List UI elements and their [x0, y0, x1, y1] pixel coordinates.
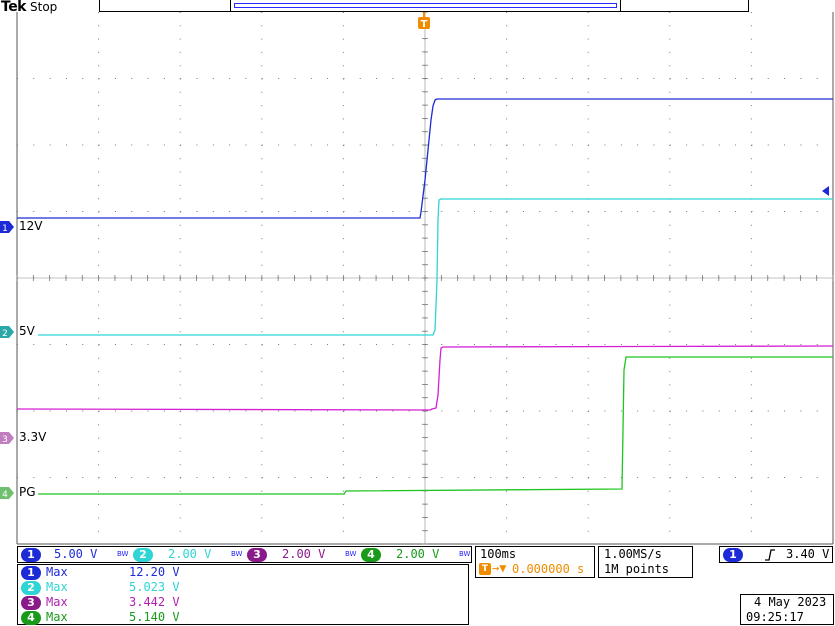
ch4-scale-badge[interactable]: 4 — [361, 548, 381, 562]
trigger-position-icon: T — [479, 563, 491, 575]
datetime-readout: 4 May 2023 09:25:17 — [740, 594, 834, 625]
time-text: 09:25:17 — [746, 610, 804, 624]
meas3-type: Max — [46, 595, 68, 609]
ch1-scale-badge[interactable]: 1 — [21, 548, 41, 562]
ch2-ground-marker[interactable]: 2 — [0, 326, 14, 338]
date-text: 4 May 2023 — [754, 595, 827, 609]
ch3-scale-badge[interactable]: 3 — [247, 548, 267, 562]
meas1-type: Max — [46, 565, 68, 579]
ch1-scale-value[interactable]: 5.00 V — [54, 547, 97, 561]
meas2-badge: 2 — [21, 581, 41, 595]
measurement-row: 2 Max 5.023 V — [18, 580, 468, 596]
waveform-display[interactable]: T — [0, 12, 835, 547]
meas4-badge: 4 — [21, 611, 41, 625]
record-view-window[interactable] — [230, 0, 621, 12]
ch2-scale-value[interactable]: 2.00 V — [168, 547, 211, 561]
meas1-badge: 1 — [21, 566, 41, 580]
meas4-value: 5.140 V — [129, 610, 180, 624]
trigger-source-badge[interactable]: 1 — [723, 548, 743, 562]
ch3-scale-value[interactable]: 2.00 V — [282, 547, 325, 561]
meas1-value: 12.20 V — [129, 565, 180, 579]
ch4-label: PG — [19, 485, 36, 499]
sample-rate: 1.00MS/s — [604, 547, 662, 561]
graticule — [16, 12, 834, 545]
trigger-marker-text: T — [421, 19, 428, 30]
measurement-panel[interactable]: 1 Max 12.20 V 2 Max 5.023 V 3 Max 3.442 … — [17, 564, 469, 625]
trigger-position-value[interactable]: 0.000000 s — [512, 562, 584, 576]
trigger-level-marker — [822, 186, 829, 196]
ch2-bw-icon: BW — [231, 550, 243, 558]
ch1-ground-marker[interactable]: 1 — [0, 221, 14, 233]
ch2-trace — [38, 198, 833, 336]
ch1-bw-icon: BW — [117, 550, 129, 558]
trigger-position-marker: T — [418, 12, 430, 30]
ch4-bw-icon: BW — [459, 550, 471, 558]
meas3-value: 3.442 V — [129, 595, 180, 609]
ch2-label: 5V — [19, 324, 35, 338]
acquisition-readout[interactable]: 1.00MS/s 1M points — [598, 546, 693, 578]
ch3-label: 3.3V — [19, 430, 47, 444]
trigger-delay-arrow-icon: →▼ — [492, 561, 507, 575]
trigger-readout[interactable]: 1 3.40 V — [719, 546, 833, 563]
measurement-row: 1 Max 12.20 V — [18, 565, 468, 581]
svg-text:4: 4 — [2, 490, 8, 499]
svg-text:2: 2 — [2, 329, 8, 338]
meas2-value: 5.023 V — [129, 580, 180, 594]
record-length: 1M points — [604, 562, 670, 576]
measurement-row: 4 Max 5.140 V — [18, 610, 468, 626]
ch4-ground-marker[interactable]: 4 — [0, 487, 14, 499]
meas3-badge: 3 — [21, 596, 41, 610]
ch3-ground-marker[interactable]: 3 — [0, 432, 14, 444]
ch3-bw-icon: BW — [345, 550, 357, 558]
ch1-label: 12V — [19, 219, 43, 233]
meas4-type: Max — [46, 610, 68, 624]
trigger-level-value[interactable]: 3.40 V — [786, 547, 829, 561]
svg-text:1: 1 — [2, 224, 8, 233]
meas2-type: Max — [46, 580, 68, 594]
ch2-scale-badge[interactable]: 2 — [133, 548, 153, 562]
timebase-value[interactable]: 100ms — [480, 547, 516, 561]
ch4-trace — [38, 356, 833, 495]
vertical-scale-bar[interactable]: 1 5.00 V BW 2 2.00 V BW 3 2.00 V BW 4 2.… — [17, 546, 472, 563]
svg-text:3: 3 — [2, 435, 8, 444]
ch4-scale-value[interactable]: 2.00 V — [396, 547, 439, 561]
measurement-row: 3 Max 3.442 V — [18, 595, 468, 611]
horizontal-readout[interactable]: 100ms T →▼ 0.000000 s — [475, 546, 595, 578]
rising-edge-icon — [765, 549, 775, 561]
record-view-window-inner — [234, 3, 617, 8]
